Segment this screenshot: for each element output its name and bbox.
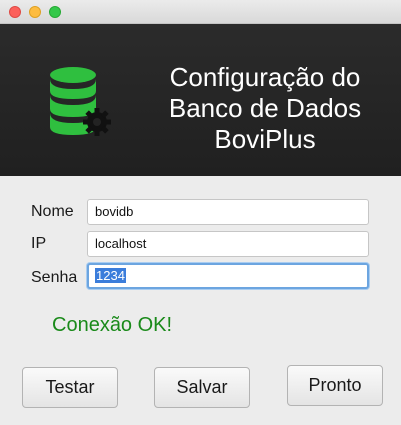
senha-label: Senha (31, 269, 78, 286)
header-title: Configuração do Banco de Dados BoviPlus (140, 62, 390, 155)
maximize-window-button[interactable] (49, 6, 61, 18)
senha-field-value: 1234 (95, 268, 126, 283)
title-bar (0, 0, 401, 24)
testar-button[interactable]: Testar (22, 367, 118, 408)
nome-field[interactable]: bovidb (87, 199, 369, 225)
header-title-line: BoviPlus (214, 124, 316, 154)
minimize-window-button[interactable] (29, 6, 41, 18)
header-banner: Configuração do Banco de Dados BoviPlus (0, 24, 401, 176)
header-title-line: Configuração do (169, 62, 361, 92)
connection-status-text: Conexão OK! (52, 314, 173, 336)
senha-field[interactable]: 1234 (87, 263, 369, 289)
salvar-button[interactable]: Salvar (154, 367, 250, 408)
ip-field-value: localhost (95, 236, 147, 251)
ip-field[interactable]: localhost (87, 231, 369, 257)
database-gear-icon (50, 67, 111, 136)
nome-field-value: bovidb (95, 204, 134, 219)
db-config-window: Configuração do Banco de Dados BoviPlus … (0, 0, 401, 425)
ip-label: IP (31, 235, 47, 252)
nome-label: Nome (31, 203, 74, 220)
close-window-button[interactable] (9, 6, 21, 18)
header-title-line: Banco de Dados (168, 93, 362, 123)
pronto-button[interactable]: Pronto (287, 365, 383, 406)
